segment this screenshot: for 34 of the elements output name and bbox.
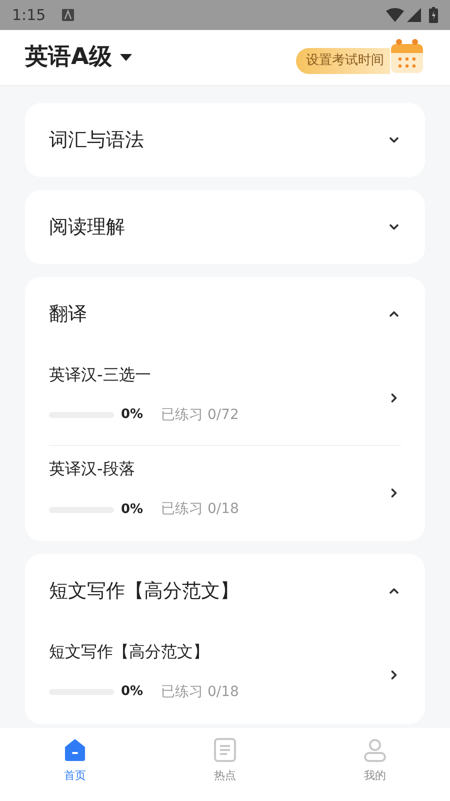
section-title: 词汇与语法	[49, 128, 144, 153]
exercise-item[interactable]: 英译汉-三选一 0% 已练习 0/72	[49, 351, 401, 445]
nav-tab[interactable]: 我的	[300, 728, 450, 801]
section-header[interactable]: 短文写作【高分范文】	[49, 554, 401, 628]
document-icon	[213, 738, 237, 762]
status-time: 1:15	[12, 4, 46, 26]
section-title: 短文写作【高分范文】	[49, 578, 239, 604]
dropdown-caret-icon[interactable]	[120, 54, 132, 62]
progress-percent: 0%	[121, 406, 144, 424]
section-title: 翻译	[49, 302, 87, 327]
section-header[interactable]: 词汇与语法	[49, 103, 401, 177]
nav-tab[interactable]: 首页	[0, 728, 150, 801]
set-exam-time-button[interactable]: 设置考试时间	[296, 48, 390, 74]
nav-tab[interactable]: 热点	[150, 728, 300, 801]
page-title[interactable]: 英语A级	[25, 40, 112, 75]
exercise-title: 短文写作【高分范文】	[49, 640, 210, 662]
exercise-item[interactable]: 短文写作【高分范文】 0% 已练习 0/18	[49, 628, 401, 722]
progress-count: 已练习 0/72	[161, 406, 239, 424]
exercise-title: 英译汉-三选一	[49, 364, 152, 386]
progress-count: 已练习 0/18	[161, 682, 239, 702]
exercise-item[interactable]: 英译汉-段落 0% 已练习 0/18	[49, 445, 401, 539]
person-icon	[363, 738, 387, 762]
wifi-icon	[386, 8, 404, 22]
progress-percent: 0%	[121, 683, 144, 702]
progress-count: 已练习 0/18	[161, 500, 239, 519]
battery-icon	[429, 7, 438, 23]
home-icon	[63, 738, 87, 762]
signal-icon	[407, 8, 421, 22]
exercise-title: 英译汉-段落	[49, 458, 136, 480]
section-title: 阅读理解	[49, 214, 125, 240]
progress-percent: 0%	[121, 500, 144, 519]
section-header[interactable]: 翻译	[49, 277, 401, 351]
notification-icon	[62, 9, 74, 21]
section-header[interactable]: 阅读理解	[49, 190, 401, 264]
